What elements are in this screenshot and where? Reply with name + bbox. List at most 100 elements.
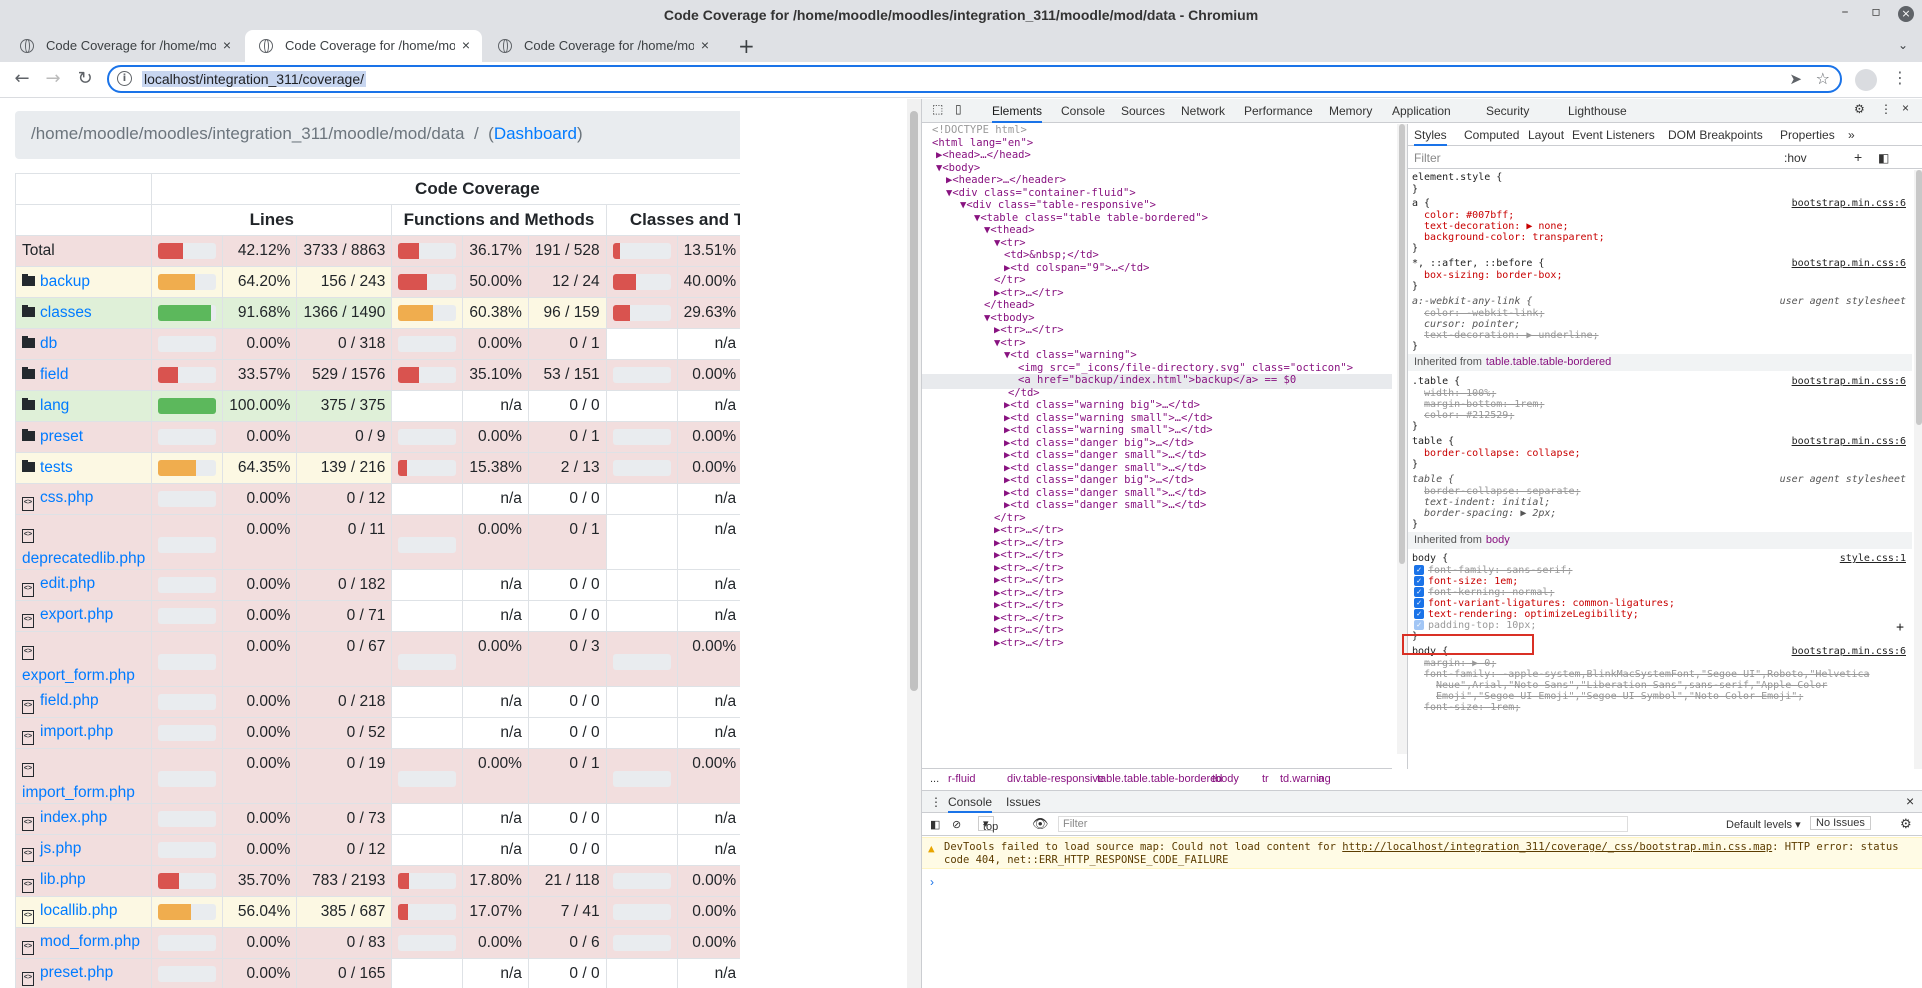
forward-button[interactable]: → <box>41 68 65 89</box>
hover-state-toggle[interactable]: :hov <box>1784 151 1807 165</box>
directory-link[interactable]: tests <box>40 459 73 476</box>
url-text[interactable]: localhost/integration_311/coverage/ <box>142 71 367 87</box>
row-name-cell[interactable]: <> index.php <box>14 803 153 835</box>
declaration-checkbox[interactable]: ✓ <box>1414 609 1424 619</box>
declaration-text[interactable]: font-variant-ligatures: common-ligatures… <box>1428 598 1675 609</box>
row-name-cell[interactable]: <> locallib.php <box>14 896 153 928</box>
devtools-tab-network[interactable]: Network <box>1181 104 1225 118</box>
styles-subtab[interactable]: Properties <box>1780 128 1835 142</box>
dom-breadcrumb-item[interactable]: a <box>1318 773 1324 785</box>
context-selector[interactable]: top ▾ <box>978 816 998 833</box>
dom-node[interactable]: ▶<tr>…</tr> <box>994 637 1064 652</box>
declaration-text[interactable]: font-size: 1em; <box>1428 576 1518 587</box>
inherited-from-selector[interactable]: body <box>1486 534 1510 546</box>
directory-link[interactable]: db <box>40 335 57 352</box>
devtools-tab-application[interactable]: Application <box>1392 104 1451 118</box>
dom-breadcrumb-item[interactable]: tbody <box>1212 773 1239 785</box>
directory-link[interactable]: classes <box>40 304 92 321</box>
declaration-checkbox[interactable]: ✓ <box>1414 587 1424 597</box>
device-toolbar-icon[interactable]: ▯ <box>955 102 962 116</box>
styles-scrollbar[interactable] <box>1914 170 1922 769</box>
row-name-cell[interactable]: tests <box>14 452 153 484</box>
row-name-cell[interactable]: lang <box>14 390 153 422</box>
minimize-button[interactable]: – <box>1835 4 1855 20</box>
stylesheet-source-link[interactable]: bootstrap.min.css:6 <box>1792 198 1906 211</box>
tab-2-close-icon[interactable]: × <box>462 37 470 53</box>
css-selector[interactable]: } <box>1412 519 1418 532</box>
dom-node[interactable]: ▶<td colspan="9">…</td> <box>1004 262 1149 277</box>
row-name-cell[interactable]: <> import_form.php <box>14 748 153 804</box>
css-declaration[interactable]: color: #212529; <box>1424 410 1514 423</box>
css-declaration[interactable]: border-spacing: ▶ 2px; <box>1424 508 1556 521</box>
row-name-cell[interactable]: <> css.php <box>14 483 153 515</box>
add-declaration-icon[interactable]: + <box>1896 620 1904 635</box>
styles-subtab[interactable]: Layout <box>1528 128 1564 142</box>
drawer-tab-console[interactable]: Console <box>948 795 993 813</box>
dom-breadcrumb-item[interactable]: ... <box>930 773 939 785</box>
declaration-text[interactable]: font-kerning: normal; <box>1428 587 1554 598</box>
issues-button[interactable]: No Issues <box>1810 816 1871 830</box>
tab-1-close-icon[interactable]: × <box>223 37 231 53</box>
console-sidebar-icon[interactable]: ◧ <box>930 818 940 831</box>
page-scrollbar-thumb[interactable] <box>910 111 918 691</box>
send-to-devices-icon[interactable]: ➤ <box>1789 70 1802 88</box>
drawer-close-icon[interactable]: × <box>1906 793 1914 809</box>
row-name-cell[interactable]: backup <box>14 266 153 298</box>
declaration-checkbox[interactable]: ✓ <box>1414 565 1424 575</box>
file-link[interactable]: deprecatedlib.php <box>22 550 145 568</box>
back-button[interactable]: ← <box>10 68 34 89</box>
close-window-button[interactable]: × <box>1898 6 1914 22</box>
devtools-tab-sources[interactable]: Sources <box>1121 104 1165 118</box>
dom-breadcrumb-item[interactable]: div.table-responsive <box>1007 773 1104 785</box>
css-selector[interactable]: element.style { <box>1412 172 1502 185</box>
tab-3[interactable]: Code Coverage for /home/moodle/moodles/i… <box>484 30 721 62</box>
reload-button[interactable]: ↻ <box>73 68 97 89</box>
dom-breadcrumb-item[interactable]: table.table.table-bordered <box>1097 773 1222 785</box>
row-name-cell[interactable]: <> preset.php <box>14 958 153 988</box>
row-name-cell[interactable]: <> js.php <box>14 834 153 866</box>
css-selector[interactable]: } <box>1412 184 1418 197</box>
dom-node[interactable]: ▶<td class="danger small">…</td> <box>1004 499 1206 514</box>
live-expression-eye-icon[interactable]: 👁 <box>1032 816 1049 832</box>
stylesheet-source-link[interactable]: style.css:1 <box>1840 553 1906 566</box>
file-link[interactable]: import.php <box>40 723 113 740</box>
directory-link[interactable]: preset <box>40 428 83 445</box>
new-rule-icon[interactable]: + <box>1854 149 1862 165</box>
css-declaration[interactable]: background-color: transparent; <box>1424 232 1605 245</box>
file-link[interactable]: edit.php <box>40 575 95 592</box>
dom-breadcrumb-item[interactable]: r-fluid <box>948 773 976 785</box>
directory-link[interactable]: lang <box>40 397 69 414</box>
address-bar[interactable]: i localhost/integration_311/coverage/ ➤ … <box>107 65 1842 93</box>
row-name-cell[interactable]: <> deprecatedlib.php <box>14 514 153 570</box>
file-link[interactable]: field.php <box>40 692 99 709</box>
devtools-tab-elements[interactable]: Elements <box>992 104 1043 123</box>
css-selector[interactable]: } <box>1412 459 1418 472</box>
drawer-tab-issues[interactable]: Issues <box>1006 795 1041 809</box>
source-map-link[interactable]: http://localhost/integration_311/coverag… <box>1342 841 1772 853</box>
file-link[interactable]: preset.php <box>40 964 113 981</box>
declaration-text[interactable]: text-rendering: optimizeLegibility; <box>1428 609 1639 620</box>
row-name-cell[interactable]: <> export_form.php <box>14 631 153 687</box>
devtools-close-icon[interactable]: × <box>1902 101 1909 115</box>
file-link[interactable]: import_form.php <box>22 784 135 802</box>
dashboard-link[interactable]: Dashboard <box>494 124 577 143</box>
tab-2-active[interactable]: Code Coverage for /home/moodle/moodles/i… <box>245 30 482 62</box>
declaration-text[interactable]: font-family: sans-serif; <box>1428 565 1573 576</box>
new-tab-button[interactable]: + <box>738 34 755 58</box>
row-name-cell[interactable]: <> export.php <box>14 600 153 632</box>
console-prompt[interactable]: › <box>930 875 934 889</box>
devtools-tab-memory[interactable]: Memory <box>1329 104 1372 118</box>
stylesheet-source-link[interactable]: bootstrap.min.css:6 <box>1792 646 1906 659</box>
styles-scrollbar-thumb[interactable] <box>1916 170 1922 425</box>
site-info-icon[interactable]: i <box>117 71 132 86</box>
stylesheet-source-link[interactable]: bootstrap.min.css:6 <box>1792 436 1906 449</box>
css-selector[interactable]: } <box>1412 243 1418 256</box>
css-selector[interactable]: } <box>1412 341 1418 354</box>
file-link[interactable]: locallib.php <box>40 902 118 919</box>
console-settings-icon[interactable]: ⚙ <box>1900 816 1912 832</box>
maximize-button[interactable]: ▫ <box>1866 4 1886 20</box>
css-selector[interactable]: } <box>1412 281 1418 294</box>
tab-1[interactable]: Code Coverage for /home/moodle/moodles/i… <box>6 30 243 62</box>
inherited-from-selector[interactable]: table.table.table-bordered <box>1486 356 1611 368</box>
file-link[interactable]: css.php <box>40 489 93 506</box>
